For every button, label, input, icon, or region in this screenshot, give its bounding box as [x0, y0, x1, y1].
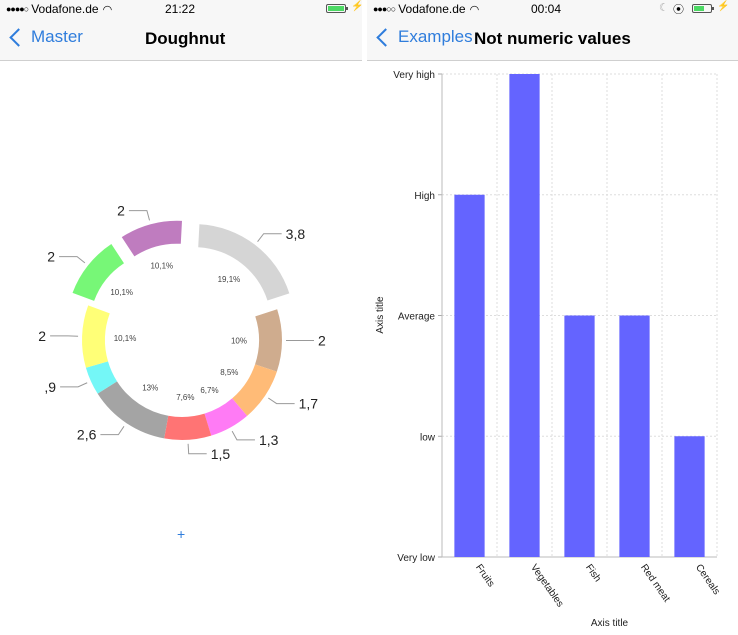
x-tick-label: Red meat — [638, 562, 672, 604]
slice-leader-line — [268, 397, 295, 405]
back-button-label: Examples — [398, 27, 473, 46]
doughnut-chart: 19,1% 3,8 10% 2 8,5% 1,7 6,7% 1,3 7,6% 1,5 13% 2,6,… — [38, 203, 326, 462]
slice-value-label: 3,8 — [286, 226, 306, 242]
carrier-name: Vodafone.de — [31, 2, 99, 16]
navigation-bar: Master Doughnut — [0, 18, 362, 61]
slice-leader-line — [231, 430, 255, 441]
bar-chart: Very low low Average High Very high Fruits Veg… — [375, 70, 722, 629]
moon-icon: ☾ — [659, 2, 669, 14]
doughnut-slice — [82, 305, 110, 368]
x-axis-title: Axis title — [591, 618, 629, 629]
navigation-bar: Examples Not numeric values — [367, 18, 738, 61]
y-tick-label: Very high — [393, 70, 435, 81]
x-tick-label: Fish — [583, 562, 603, 584]
chevron-left-icon — [9, 27, 28, 47]
doughnut-slice — [198, 224, 290, 301]
slice-percent-label: 8,5% — [220, 368, 238, 377]
bar — [619, 315, 650, 557]
slice-value-label: 1,5 — [211, 446, 231, 462]
page-title: Not numeric values — [474, 29, 631, 48]
signal-strength-icon: ●●●●○ — [6, 4, 29, 14]
slice-value-label: 2 — [47, 249, 55, 265]
slice-value-label: 1,3 — [259, 432, 279, 448]
slice-leader-line — [59, 256, 86, 264]
slice-value-label: ,9 — [44, 379, 56, 395]
x-tick-label: Vegetables — [528, 562, 565, 609]
y-tick-label: Average — [398, 312, 436, 323]
back-button-label: Master — [31, 27, 83, 46]
carrier-name: Vodafone.de — [398, 2, 466, 16]
bar — [674, 436, 705, 557]
slice-value-label: 2 — [117, 203, 125, 219]
doughnut-slice — [121, 220, 182, 257]
bar — [509, 74, 540, 557]
wifi-icon: ◠ — [469, 4, 480, 16]
status-bar: ●●●○○ Vodafone.de ◠ 00:04 ☾ ⦿ ⚡ — [367, 0, 738, 18]
slice-leader-line — [100, 426, 125, 436]
y-tick-label: low — [420, 432, 436, 443]
slice-percent-label: 19,1% — [218, 275, 241, 284]
slice-leader-line — [60, 382, 88, 388]
doughnut-screen: ●●●●○ Vodafone.de ◠ 21:22 ⚡ Master Doughnu… — [0, 0, 362, 635]
back-button[interactable]: Examples — [375, 27, 473, 47]
status-bar: ●●●●○ Vodafone.de ◠ 21:22 ⚡ — [0, 0, 362, 18]
charging-icon: ⚡ — [351, 1, 362, 12]
y-tick-label: High — [414, 191, 435, 202]
slice-percent-label: 6,7% — [200, 386, 218, 395]
slice-percent-label: 10,1% — [110, 288, 133, 297]
slice-value-label: 2 — [38, 328, 46, 344]
x-tick-label: Cereals — [693, 562, 722, 597]
y-tick-label: Very low — [397, 553, 436, 564]
x-tick-label: Fruits — [473, 562, 496, 589]
bar-chart-screen: ●●●○○ Vodafone.de ◠ 00:04 ☾ ⦿ ⚡ Examples N… — [367, 0, 738, 635]
battery-icon — [326, 4, 348, 13]
slice-value-label: 2,6 — [77, 427, 97, 443]
slice-percent-label: 10,1% — [114, 334, 137, 343]
slice-leader-line — [187, 443, 207, 455]
rotation-lock-icon: ⦿ — [673, 4, 684, 16]
add-button[interactable]: + — [177, 526, 185, 542]
status-time: 21:22 — [165, 2, 196, 16]
doughnut-slice — [255, 309, 282, 372]
signal-strength-icon: ●●●○○ — [373, 4, 396, 14]
bar — [454, 194, 485, 557]
bar — [564, 315, 595, 557]
slice-leader-line — [128, 210, 151, 221]
slice-percent-label: 13% — [142, 383, 158, 392]
battery-fill — [694, 6, 704, 11]
status-time: 00:04 — [531, 2, 562, 16]
slice-percent-label: 7,6% — [176, 393, 194, 402]
wifi-icon: ◠ — [102, 4, 113, 16]
battery-fill — [328, 6, 344, 11]
back-button[interactable]: Master — [8, 27, 83, 47]
slice-percent-label: 10,1% — [150, 262, 173, 271]
battery-icon — [692, 4, 714, 13]
y-axis-title: Axis title — [375, 296, 386, 334]
chevron-left-icon — [376, 27, 395, 47]
slice-value-label: 1,7 — [299, 396, 319, 412]
slice-value-label: 2 — [318, 333, 326, 349]
charging-icon: ⚡ — [717, 1, 730, 12]
page-title: Doughnut — [145, 29, 226, 48]
slice-percent-label: 10% — [231, 336, 247, 345]
doughnut-slice — [164, 413, 212, 440]
slice-leader-line — [257, 233, 282, 242]
